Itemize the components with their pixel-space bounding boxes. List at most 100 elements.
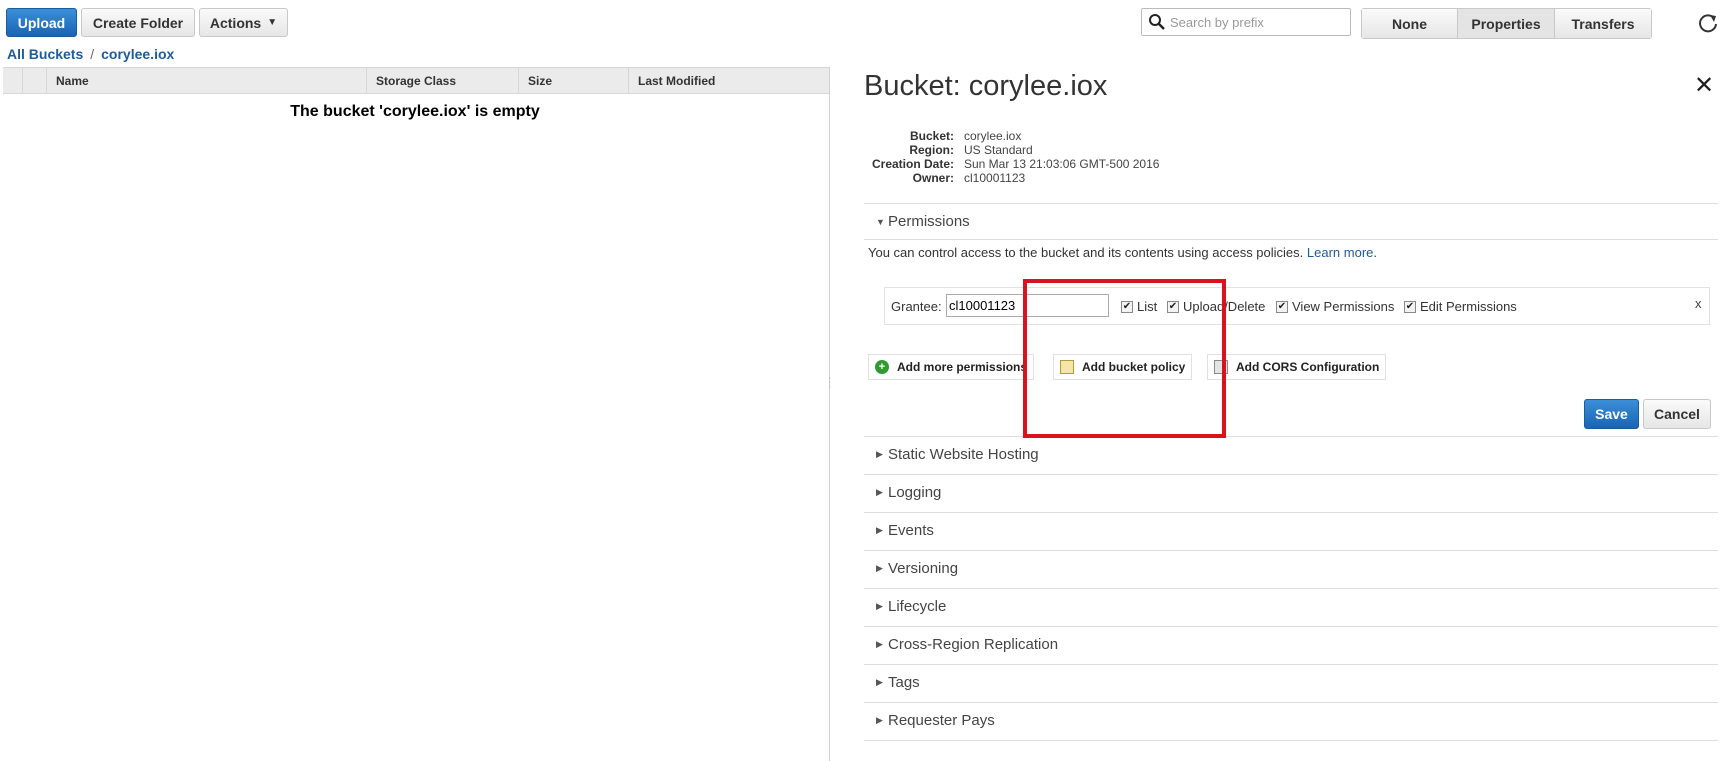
info-key: Creation Date: (871, 157, 954, 171)
add-more-permissions-label: Add more permissions (897, 360, 1028, 374)
checkbox-checked-icon: ✔ (1167, 300, 1179, 313)
column-last-modified[interactable]: Last Modified (629, 68, 829, 93)
add-cors-configuration-label: Add CORS Configuration (1236, 360, 1380, 374)
grantee-label: Grantee: (891, 299, 942, 314)
section-divider (864, 550, 1718, 551)
add-cors-configuration-button[interactable]: Add CORS Configuration (1207, 354, 1387, 380)
view-switcher: None Properties Transfers (1361, 8, 1652, 39)
caret-right-icon: ▶ (876, 449, 883, 459)
checkbox-label: List (1137, 299, 1158, 314)
caret-right-icon: ▶ (876, 563, 883, 573)
create-folder-button[interactable]: Create Folder (81, 8, 195, 37)
save-button[interactable]: Save (1584, 399, 1639, 429)
actions-dropdown[interactable]: Actions ▼ (199, 8, 288, 37)
resize-handle-icon[interactable]: · · · (828, 374, 831, 392)
section-divider (864, 512, 1718, 513)
checkbox-label: Edit Permissions (1420, 299, 1517, 314)
remove-grantee-icon[interactable]: x (1695, 296, 1702, 311)
cors-document-icon (1214, 360, 1228, 374)
cancel-button[interactable]: Cancel (1643, 399, 1711, 429)
column-storage-class[interactable]: Storage Class (367, 68, 519, 93)
add-bucket-policy-button[interactable]: Add bucket policy (1053, 354, 1193, 380)
actions-label: Actions (209, 14, 262, 31)
panel-divider[interactable] (829, 67, 830, 761)
section-divider (864, 203, 1718, 204)
section-label: Lifecycle (888, 598, 947, 615)
info-key: Bucket: (909, 129, 954, 143)
column-size[interactable]: Size (519, 68, 629, 93)
list-checkbox[interactable]: ✔ List (1121, 299, 1157, 314)
section-logging[interactable]: ▶ Logging (876, 484, 941, 501)
search-input[interactable] (1170, 14, 1350, 30)
info-key: Region: (909, 143, 954, 157)
column-name[interactable]: Name (47, 68, 367, 93)
info-key: Owner: (912, 171, 954, 185)
info-value: US Standard (964, 143, 1033, 157)
view-permissions-checkbox[interactable]: ✔ View Permissions (1276, 299, 1394, 314)
section-divider (864, 664, 1718, 665)
checkbox-label: View Permissions (1292, 299, 1395, 314)
grid-header: Name Storage Class Size Last Modified (3, 67, 829, 94)
section-label: Cross-Region Replication (888, 636, 1059, 653)
view-transfers-button[interactable]: Transfers (1555, 9, 1651, 38)
section-divider (864, 588, 1718, 589)
section-label: Events (888, 522, 934, 539)
section-divider (864, 239, 1718, 240)
checkbox-checked-icon: ✔ (1121, 300, 1133, 313)
search-icon (1149, 14, 1165, 30)
checkbox-checked-icon: ✔ (1404, 300, 1416, 313)
refresh-icon[interactable] (1697, 12, 1719, 34)
caret-right-icon: ▶ (876, 639, 883, 649)
section-divider (864, 474, 1718, 475)
learn-more-link[interactable]: Learn more (1307, 245, 1373, 260)
section-label: Logging (888, 484, 942, 501)
section-requester-pays[interactable]: ▶ Requester Pays (876, 712, 995, 729)
section-divider (864, 626, 1718, 627)
upload-delete-checkbox[interactable]: ✔ Upload/Delete (1167, 299, 1265, 314)
permissions-description-text: You can control access to the bucket and… (868, 245, 1304, 260)
caret-right-icon: ▶ (876, 525, 883, 535)
section-tags[interactable]: ▶ Tags (876, 674, 920, 691)
info-value: Sun Mar 13 21:03:06 GMT-500 2016 (964, 157, 1160, 171)
edit-permissions-checkbox[interactable]: ✔ Edit Permissions (1404, 299, 1517, 314)
breadcrumb-separator: / (90, 46, 95, 62)
grantee-row: Grantee: ✔ List ✔ Upload/Delete ✔ View Perm… (884, 287, 1710, 325)
view-properties-button[interactable]: Properties (1458, 9, 1555, 38)
close-icon[interactable]: ✕ (1694, 74, 1714, 98)
breadcrumb-all-buckets[interactable]: All Buckets (7, 46, 83, 62)
select-all-column[interactable] (23, 68, 47, 93)
info-value: corylee.iox (964, 129, 1022, 143)
panel-title: Bucket: corylee.iox (864, 70, 1108, 102)
breadcrumb: All Buckets / corylee.iox (7, 46, 174, 62)
section-versioning[interactable]: ▶ Versioning (876, 560, 958, 577)
chevron-down-icon: ▼ (267, 17, 278, 28)
info-row: Creation Date: Sun Mar 13 21:03:06 GMT-50… (864, 157, 1159, 171)
section-label: Permissions (888, 213, 970, 230)
section-lifecycle[interactable]: ▶ Lifecycle (876, 598, 946, 615)
section-divider (864, 436, 1718, 437)
section-permissions[interactable]: ▼ Permissions (876, 213, 970, 230)
info-value: cl10001123 (964, 171, 1026, 185)
section-static-website-hosting[interactable]: ▶ Static Website Hosting (876, 446, 1039, 463)
caret-right-icon: ▶ (876, 715, 883, 725)
grantee-input[interactable] (946, 294, 1109, 317)
section-label: Versioning (888, 560, 959, 577)
upload-button[interactable]: Upload (6, 8, 77, 37)
info-row: Owner: cl10001123 (864, 171, 1159, 185)
section-label: Static Website Hosting (888, 446, 1039, 463)
plus-circle-icon: + (875, 360, 889, 374)
checkbox-label: Upload/Delete (1183, 299, 1266, 314)
breadcrumb-current-bucket[interactable]: corylee.iox (101, 46, 174, 62)
caret-right-icon: ▶ (876, 677, 883, 687)
section-cross-region-replication[interactable]: ▶ Cross-Region Replication (876, 636, 1058, 653)
section-divider (864, 740, 1718, 741)
add-more-permissions-button[interactable]: + Add more permissions (868, 354, 1035, 380)
section-label: Tags (888, 674, 920, 691)
section-events[interactable]: ▶ Events (876, 522, 934, 539)
bucket-info: Bucket: corylee.iox Region: US Standard Cr… (864, 129, 1159, 185)
info-row: Region: US Standard (864, 143, 1159, 157)
search-box[interactable] (1141, 8, 1351, 36)
view-none-button[interactable]: None (1362, 9, 1458, 38)
grid-spacer (3, 68, 23, 93)
policy-document-icon (1060, 360, 1074, 374)
